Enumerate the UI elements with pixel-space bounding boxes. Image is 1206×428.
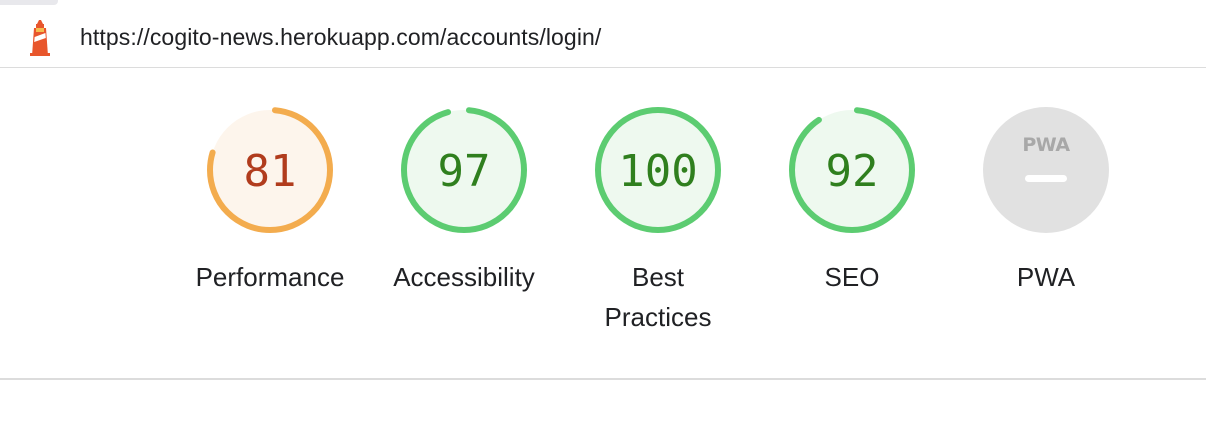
pwa-dash-icon bbox=[1025, 175, 1067, 182]
gauge-accessibility[interactable]: 97 Accessibility bbox=[374, 105, 554, 297]
best-practices-label: Best Practices bbox=[604, 262, 712, 332]
browser-tab-edge[interactable] bbox=[0, 0, 58, 5]
pwa-badge-text: PWA bbox=[1022, 134, 1070, 156]
gauge-seo[interactable]: 92 SEO bbox=[762, 105, 942, 297]
pwa-badge-icon: PWA bbox=[983, 107, 1109, 233]
gauge-performance[interactable]: 81 Performance bbox=[180, 105, 360, 297]
seo-score: 92 bbox=[826, 146, 879, 197]
performance-score: 81 bbox=[244, 146, 297, 197]
accessibility-label: Accessibility bbox=[393, 262, 535, 292]
accessibility-score: 97 bbox=[438, 146, 491, 197]
page-url[interactable]: https://cogito-news.herokuapp.com/accoun… bbox=[80, 24, 601, 51]
accessibility-gauge-ring: 97 bbox=[401, 107, 527, 233]
gauge-best-practices[interactable]: 100 Best Practices bbox=[568, 105, 748, 337]
lighthouse-icon bbox=[30, 20, 50, 56]
gauge-pwa[interactable]: PWA PWA bbox=[956, 105, 1136, 297]
best-practices-gauge-ring: 100 bbox=[595, 107, 721, 233]
performance-gauge-ring: 81 bbox=[207, 107, 333, 233]
url-bar: https://cogito-news.herokuapp.com/accoun… bbox=[0, 6, 1206, 68]
seo-gauge-ring: 92 bbox=[789, 107, 915, 233]
section-divider bbox=[0, 378, 1206, 380]
performance-label: Performance bbox=[195, 262, 345, 292]
pwa-label: PWA bbox=[1016, 262, 1076, 292]
best-practices-score: 100 bbox=[618, 146, 697, 197]
lighthouse-scores: 81 Performance 97 Accessibility 100 Best… bbox=[0, 69, 1206, 378]
seo-label: SEO bbox=[824, 262, 880, 292]
